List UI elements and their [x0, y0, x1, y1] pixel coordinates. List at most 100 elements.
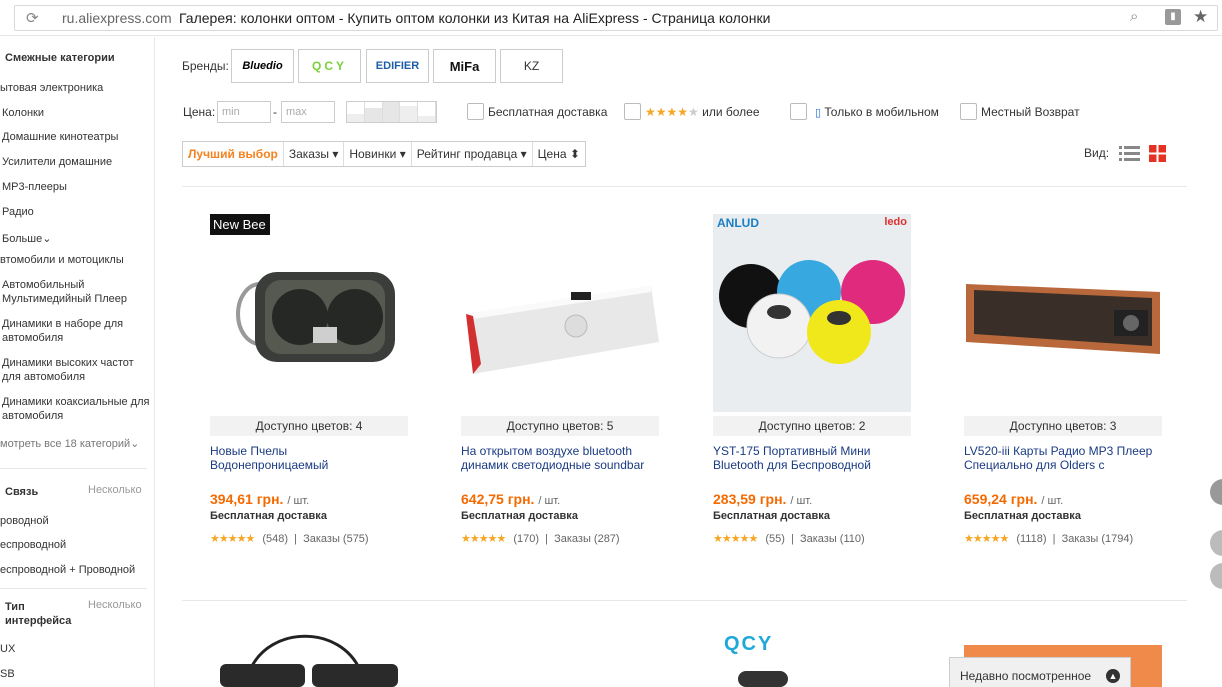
sort-best-match[interactable]: Лучший выбор [183, 142, 284, 166]
brand-logo: KZ [523, 59, 540, 73]
review-count[interactable]: (1118) [1016, 533, 1046, 545]
product-name[interactable]: YST-175 Портативный Мини Bluetooth для Б… [713, 444, 911, 474]
see-all-categories[interactable]: мотреть все 18 категорий⌄ [0, 437, 150, 451]
brand-qcy[interactable]: QCY [298, 49, 361, 83]
filter-option[interactable]: еспроводной [0, 538, 150, 552]
sidebar: Смежные категории ытовая электроника Кол… [0, 37, 155, 687]
price-value: 283,59 грн. [713, 491, 787, 507]
available-colors: Доступно цветов: 4 [210, 416, 408, 436]
product-image[interactable] [713, 665, 911, 687]
price-unit: / шт. [287, 495, 310, 507]
brand-bluedio[interactable]: Bluedio [231, 49, 294, 83]
recently-viewed-bar[interactable]: Недавно посмотренное ▲ [949, 657, 1131, 687]
product-name[interactable]: Новые Пчелы Водонепроницаемый [210, 444, 408, 474]
rating-checkbox[interactable] [624, 103, 641, 120]
price-max-input[interactable]: max [281, 101, 335, 123]
bookmark-star-icon[interactable]: ★ [1193, 7, 1208, 27]
reload-icon[interactable]: ⟳ [26, 9, 39, 27]
brand-mifa[interactable]: MiFa [433, 49, 496, 83]
sidebar-item[interactable]: Динамики в наборе для автомобиля [2, 317, 152, 345]
rating-or-more: или более [702, 105, 760, 119]
sidebar-item[interactable]: Радио [2, 205, 152, 219]
interface-more[interactable]: Несколько [88, 599, 142, 611]
product-image[interactable]: ANLUD ledo [713, 214, 911, 412]
product-name[interactable]: LV520-iii Карты Радио MP3 Плеер Специаль… [964, 444, 1162, 474]
order-count[interactable]: Заказы (1794) [1062, 533, 1134, 545]
sort-new[interactable]: Новинки ▾ [344, 142, 412, 166]
list-view-icon[interactable] [1119, 145, 1140, 162]
brand-logo: QCY [311, 59, 347, 73]
product-image[interactable] [461, 214, 659, 412]
caret-down-icon: ▾ [520, 147, 527, 161]
divider [182, 600, 1187, 601]
order-count[interactable]: Заказы (110) [800, 533, 865, 545]
brand-kz[interactable]: KZ [500, 49, 563, 83]
connection-more[interactable]: Несколько [88, 484, 142, 496]
sidebar-item[interactable]: Динамики высоких частот для автомобиля [2, 356, 152, 384]
sort-orders-label: Заказы [288, 147, 329, 161]
brand-logo: EDIFIER [375, 60, 420, 72]
price-histogram[interactable] [346, 101, 437, 123]
lock-icon[interactable]: ▮ [1165, 9, 1181, 25]
rating-stars: ★★★★★ [964, 533, 1009, 545]
order-count[interactable]: Заказы (287) [554, 533, 620, 545]
product-image[interactable]: New Bee [210, 214, 408, 412]
available-colors: Доступно цветов: 2 [713, 416, 911, 436]
mobile-only-checkbox[interactable] [790, 103, 807, 120]
url-domain: ru.aliexpress.com [62, 10, 172, 26]
grid-view-icon[interactable] [1149, 145, 1166, 162]
related-categories-title: Смежные категории [5, 52, 115, 64]
sidebar-item[interactable]: Домашние кинотеатры [2, 130, 152, 144]
local-return-label: Местный Возврат [981, 105, 1080, 119]
sidebar-more-label: Больше [2, 233, 43, 245]
product-image[interactable] [964, 214, 1162, 412]
filter-option[interactable]: UX [0, 642, 150, 656]
radio-image [964, 214, 1162, 412]
sort-seller-rating[interactable]: Рейтинг продавца ▾ [412, 142, 533, 166]
search-icon[interactable]: ⌕ [1130, 8, 1138, 25]
chevron-down-icon: ⌄ [130, 438, 140, 450]
product-name[interactable]: На открытом воздухе bluetooth динамик св… [461, 444, 659, 474]
hist-bar [418, 102, 436, 122]
brands-label: Бренды: [182, 59, 229, 73]
sidebar-item[interactable]: MP3-плееры [2, 180, 152, 194]
filter-option[interactable]: роводной [0, 514, 150, 528]
available-colors: Доступно цветов: 3 [964, 416, 1162, 436]
chevron-up-icon: ▲ [1106, 669, 1120, 683]
local-return-checkbox[interactable] [960, 103, 977, 120]
sidebar-item[interactable]: втомобили и мотоциклы [0, 253, 150, 267]
price-value: 659,24 грн. [964, 491, 1038, 507]
sort-orders[interactable]: Заказы ▾ [284, 142, 345, 166]
review-count[interactable]: (548) [262, 533, 288, 545]
price-unit: / шт. [790, 495, 813, 507]
recently-viewed-label: Недавно посмотренное [960, 669, 1092, 683]
filter-option[interactable]: еспроводной + Проводной [0, 563, 150, 577]
side-close[interactable] [1210, 530, 1222, 556]
product-image[interactable] [210, 630, 408, 687]
review-count[interactable]: (170) [513, 533, 539, 545]
side-back-top[interactable] [1210, 563, 1222, 589]
sidebar-item[interactable]: Динамики коаксиальные для автомобиля [2, 395, 152, 423]
hist-bar [347, 102, 365, 122]
sidebar-item[interactable]: Колонки [2, 106, 152, 120]
free-shipping-label: Бесплатная доставка [488, 105, 608, 119]
filter-option[interactable]: SB [0, 667, 150, 681]
view-label: Вид: [1084, 146, 1110, 160]
free-shipping-checkbox[interactable] [467, 103, 484, 120]
side-scroll-up[interactable] [1210, 479, 1222, 505]
browser-address-bar: ⟳ ru.aliexpress.com Галерея: колонки опт… [0, 0, 1222, 36]
order-count[interactable]: Заказы (575) [303, 533, 369, 545]
sidebar-item[interactable]: Автомобильный Мультимедийный Плеер [2, 278, 152, 306]
see-all-label: мотреть все 18 категорий [0, 438, 131, 450]
sort-price[interactable]: Цена ⬍ [533, 142, 585, 166]
brand-edifier[interactable]: EDIFIER [366, 49, 429, 83]
rating-stars: ★★★★★ [713, 533, 758, 545]
divider [182, 186, 1187, 187]
soundbar-image [461, 214, 659, 412]
price-min-input[interactable]: min [217, 101, 271, 123]
shipping-info: Бесплатная доставка [461, 510, 578, 522]
sidebar-item[interactable]: Усилители домашние [2, 155, 152, 169]
review-count[interactable]: (55) [765, 533, 785, 545]
sidebar-item[interactable]: ытовая электроника [0, 81, 150, 95]
sidebar-more[interactable]: Больше⌄ [2, 232, 152, 246]
